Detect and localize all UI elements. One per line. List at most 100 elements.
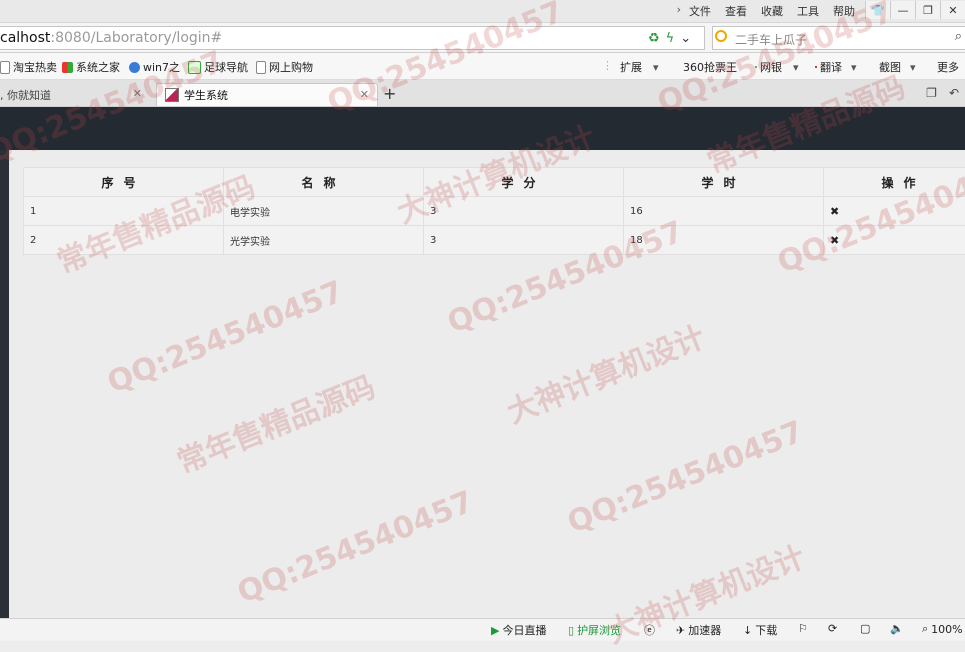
download-icon: ↓ [743, 624, 752, 637]
new-tab-button[interactable]: + [383, 84, 396, 103]
translate-label: 翻译 [820, 59, 842, 75]
close-window-button[interactable]: ✕ [940, 1, 965, 19]
menu-tools[interactable]: 工具 [797, 3, 819, 19]
search-engine-icon[interactable] [715, 30, 727, 42]
live-label: 今日直播 [502, 622, 546, 638]
menu-help[interactable]: 帮助 [833, 3, 855, 19]
browser-menubar: › 文件 查看 收藏 工具 帮助 👕 — ❐ ✕ [0, 0, 965, 23]
translate-icon [815, 66, 817, 68]
refresh-circle-icon[interactable]: ⟳ [828, 622, 837, 635]
window-icon[interactable]: ▢ [860, 622, 870, 635]
delete-icon[interactable]: ✖ [824, 197, 965, 226]
tab-student-system[interactable]: 学生系统 ✕ [156, 83, 378, 106]
bookmark-shopping[interactable]: 网上购物 [256, 59, 313, 75]
zoom-control[interactable]: ⌕100% [922, 622, 963, 636]
menu-items: › 文件 查看 收藏 工具 帮助 [677, 3, 855, 19]
refresh-icon[interactable]: ♻ [648, 31, 660, 46]
chevron-down-icon[interactable]: ▾ [851, 61, 857, 74]
menu-file[interactable]: 文件 [689, 3, 711, 19]
undo-icon[interactable]: ↶ [949, 86, 959, 100]
bookmark-football[interactable]: 足球导航 [188, 59, 248, 75]
search-placeholder: 二手车上瓜子 [735, 31, 807, 48]
minimize-button[interactable]: — [890, 1, 915, 19]
bookmark-label: 网上购物 [269, 59, 313, 75]
play-icon: ▶ [491, 624, 499, 637]
table-header-row: 序号 名称 学分 学时 操作 [24, 168, 965, 197]
bookmark-label: 系统之家 [76, 59, 120, 75]
search-icon[interactable]: ⌕ [955, 29, 962, 44]
menu-view[interactable]: 查看 [725, 3, 747, 19]
more-label: 更多 [937, 59, 959, 75]
course-table: 序号 名称 学分 学时 操作 1 电学实验 3 16 ✖ 2 光学实验 3 18… [23, 167, 965, 255]
live-button[interactable]: ▶今日直播 [491, 622, 546, 638]
ie-icon[interactable]: ⓔ [644, 622, 655, 638]
windows-icon [62, 62, 73, 73]
ebank-label: 网银 [760, 59, 782, 75]
table-row: 1 电学实验 3 16 ✖ [24, 197, 965, 226]
close-icon[interactable]: ✕ [133, 87, 142, 100]
chevron-down-icon[interactable]: ▾ [793, 61, 799, 74]
url-host: calhost [0, 30, 50, 46]
accelerate-button[interactable]: ✈加速器 [676, 622, 721, 638]
lightning-icon[interactable]: ϟ [666, 31, 675, 46]
bookmark-label: win7之 [143, 59, 180, 75]
col-header-action: 操作 [824, 168, 965, 197]
bookmark-xitong[interactable]: 系统之家 [62, 59, 120, 75]
chevron-right-icon[interactable]: › [677, 3, 681, 19]
tab-label: 学生系统 [184, 87, 228, 103]
download-label: 下载 [755, 622, 777, 638]
protect-button[interactable]: ▯护屏浏览 [568, 622, 621, 638]
cell-hours: 16 [624, 197, 824, 226]
page-header [0, 107, 965, 150]
bookmark-label: 足球导航 [204, 59, 248, 75]
ticket-button[interactable]: 360抢票王 [680, 59, 737, 75]
cell-credit: 3 [424, 226, 624, 255]
volume-icon[interactable]: 🔈 [890, 622, 904, 635]
tab-tools: ❐ ↶ [926, 86, 959, 100]
rocket-icon: ✈ [676, 624, 685, 637]
football-icon [188, 61, 201, 74]
url-path: :8080/Laboratory/login# [50, 30, 222, 46]
accelerate-label: 加速器 [688, 622, 721, 638]
cell-credit: 3 [424, 197, 624, 226]
ebank-button[interactable]: 网银 ▾ [755, 59, 799, 75]
table-row: 2 光学实验 3 18 ✖ [24, 226, 965, 255]
col-header-hours: 学时 [624, 168, 824, 197]
chevron-down-icon[interactable]: ▾ [910, 61, 916, 74]
page-icon [256, 61, 266, 74]
extensions-button[interactable]: 扩展 ▾ [617, 59, 659, 75]
tab-bar: , 你就知道 ✕ 学生系统 ✕ + ❐ ↶ [0, 80, 965, 107]
tab-baidu[interactable]: , 你就知道 ✕ [0, 83, 150, 106]
close-icon[interactable]: ✕ [360, 88, 369, 101]
bird-icon [129, 62, 140, 73]
menu-favorites[interactable]: 收藏 [761, 3, 783, 19]
sidebar-strip [0, 150, 9, 618]
skin-icon[interactable]: 👕 [865, 1, 890, 19]
col-header-credit: 学分 [424, 168, 624, 197]
more-button[interactable]: 更多 [937, 59, 959, 75]
ticket-label: 360抢票王 [683, 59, 737, 75]
search-input[interactable]: 二手车上瓜子 ⌕ [712, 26, 965, 50]
screenshot-button[interactable]: 截图 ▾ [876, 59, 916, 75]
tab-label: , 你就知道 [0, 87, 51, 103]
status-bar: ▶今日直播 ▯护屏浏览 ⓔ ✈加速器 ↓下载 ⚐ ⟳ ▢ 🔈 ⌕100% [0, 618, 965, 641]
screenshot-label: 截图 [879, 59, 901, 75]
yen-icon [755, 66, 757, 68]
bookmark-win7[interactable]: win7之 [129, 59, 180, 75]
favicon-icon [165, 88, 179, 102]
cell-no: 2 [24, 226, 224, 255]
extensions-label: 扩展 [620, 59, 642, 75]
cell-hours: 18 [624, 226, 824, 255]
bookmark-taobao[interactable]: 淘宝热卖 [0, 59, 57, 75]
delete-icon[interactable]: ✖ [824, 226, 965, 255]
chevron-down-icon[interactable]: ⌄ [680, 31, 691, 46]
url-input[interactable]: calhost:8080/Laboratory/login# ♻ ϟ ⌄ [0, 26, 705, 50]
chevron-down-icon[interactable]: ▾ [653, 61, 659, 74]
download-button[interactable]: ↓下载 [743, 622, 777, 638]
flag-icon[interactable]: ⚐ [798, 622, 808, 635]
protect-label: 护屏浏览 [577, 622, 621, 638]
cell-no: 1 [24, 197, 224, 226]
translate-button[interactable]: 翻译 ▾ [815, 59, 857, 75]
maximize-button[interactable]: ❐ [915, 1, 940, 19]
restore-tabs-icon[interactable]: ❐ [926, 86, 937, 100]
